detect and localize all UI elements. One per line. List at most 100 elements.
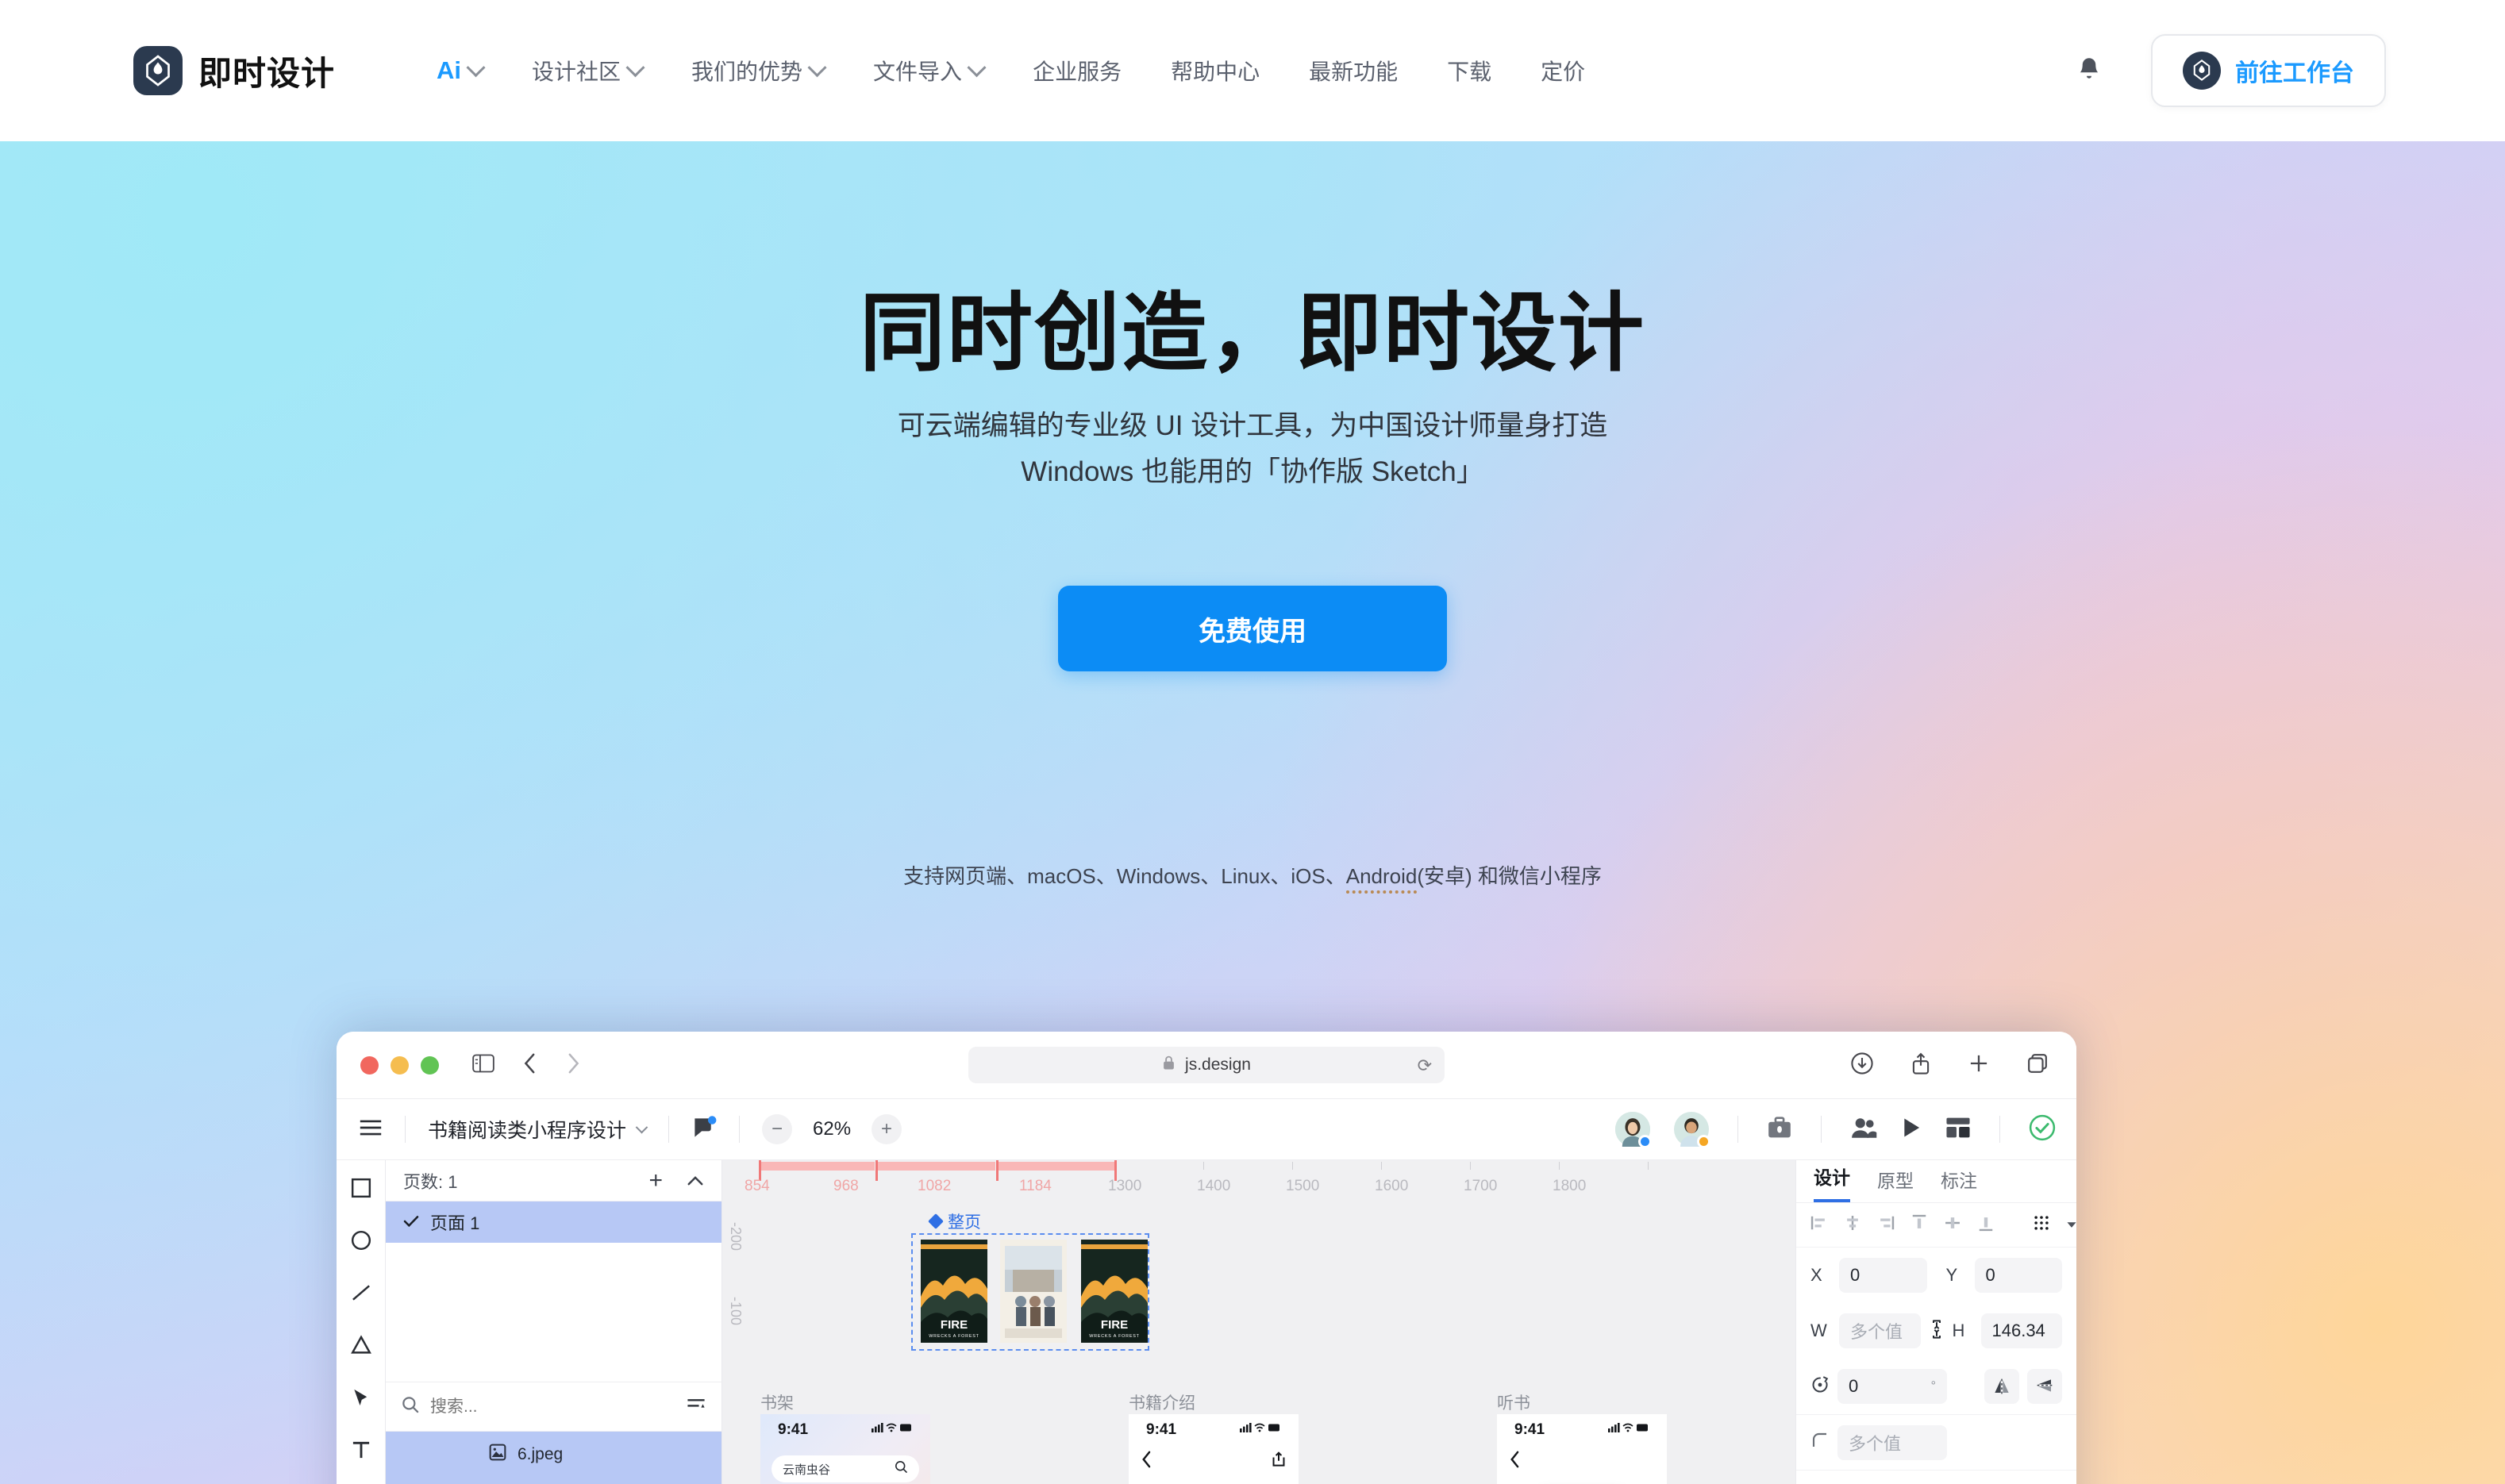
poster-thumbnail-2[interactable] bbox=[1000, 1240, 1067, 1343]
brand-logo[interactable]: 即时设计 bbox=[133, 46, 335, 95]
selection-band bbox=[759, 1162, 875, 1171]
app-window-mockup: js.design ⟳ 书籍阅读类小程序设计 − 62% + 页数: 1 + 页… bbox=[337, 1032, 2076, 1484]
nav-label-enterprise: 企业服务 bbox=[1033, 60, 1122, 84]
status-bar: 9:41 bbox=[1497, 1414, 1667, 1446]
align-center-v-icon[interactable] bbox=[1944, 1214, 1961, 1236]
reload-icon[interactable]: ⟳ bbox=[1418, 1055, 1432, 1076]
poster-thumbnail-3[interactable]: FIRE WRECKS A FOREST bbox=[1081, 1240, 1148, 1343]
toolbar-divider bbox=[1821, 1116, 1822, 1143]
group-label[interactable]: 整页 bbox=[928, 1209, 981, 1233]
platforms-android-link[interactable]: Android bbox=[1345, 864, 1418, 894]
avatar[interactable] bbox=[1615, 1112, 1652, 1148]
ellipse-tool[interactable] bbox=[349, 1228, 373, 1252]
artboard-label[interactable]: 听书 bbox=[1497, 1390, 1530, 1414]
flip-horizontal-icon[interactable] bbox=[1984, 1369, 2019, 1404]
nav-item-enterprise[interactable]: 企业服务 bbox=[1033, 55, 1122, 87]
nav-item-help[interactable]: 帮助中心 bbox=[1171, 55, 1260, 87]
present-play-icon[interactable] bbox=[1901, 1116, 1922, 1144]
layout-panels-icon[interactable] bbox=[1945, 1117, 1971, 1143]
free-trial-button[interactable]: 免费使用 bbox=[1058, 586, 1447, 671]
share-icon[interactable] bbox=[1911, 1052, 1930, 1078]
avatar[interactable] bbox=[1674, 1112, 1710, 1148]
briefcase-icon[interactable] bbox=[1767, 1116, 1792, 1144]
align-left-icon[interactable] bbox=[1810, 1214, 1828, 1236]
distribute-grid-icon[interactable] bbox=[2033, 1214, 2050, 1236]
nav-item-pricing[interactable]: 定价 bbox=[1541, 55, 1585, 87]
x-input[interactable]: 0 bbox=[1839, 1258, 1927, 1293]
tab-annotation[interactable]: 标注 bbox=[1941, 1166, 1977, 1202]
hamburger-menu-icon[interactable] bbox=[359, 1119, 383, 1140]
tabs-overview-icon[interactable] bbox=[2027, 1053, 2048, 1078]
go-to-workbench-button[interactable]: 前往工作台 bbox=[2151, 34, 2386, 107]
zoom-out-button[interactable]: − bbox=[762, 1114, 793, 1144]
corner-radius-input[interactable]: 多个值 bbox=[1837, 1424, 1947, 1460]
page-item-1[interactable]: 页面 1 bbox=[386, 1201, 721, 1243]
poster-thumbnail-1[interactable]: FIRE WRECKS A FOREST bbox=[921, 1240, 987, 1343]
close-window-button[interactable] bbox=[360, 1055, 379, 1075]
maximize-window-button[interactable] bbox=[421, 1055, 439, 1075]
pages-empty-space bbox=[386, 1243, 721, 1382]
polygon-tool[interactable] bbox=[349, 1333, 373, 1357]
align-right-icon[interactable] bbox=[1877, 1214, 1895, 1236]
collapse-pages-icon[interactable] bbox=[687, 1171, 704, 1191]
artboard-bookshelf[interactable]: 9:41 云南虫谷 我的书架 bbox=[760, 1414, 930, 1484]
download-icon[interactable] bbox=[1851, 1051, 1873, 1078]
minimize-window-button[interactable] bbox=[391, 1055, 409, 1075]
h-input[interactable]: 146.34 bbox=[1980, 1313, 2062, 1348]
plus-icon[interactable] bbox=[1968, 1053, 1989, 1078]
layer-search-row[interactable] bbox=[386, 1382, 721, 1432]
back-chevron-icon[interactable] bbox=[523, 1052, 537, 1078]
filter-sort-icon[interactable] bbox=[687, 1397, 706, 1417]
rectangle-tool[interactable] bbox=[349, 1176, 373, 1200]
align-bottom-icon[interactable] bbox=[1977, 1214, 1995, 1236]
sidebar-toggle-icon[interactable] bbox=[472, 1054, 494, 1077]
align-top-icon[interactable] bbox=[1910, 1214, 1928, 1236]
back-chevron-icon[interactable] bbox=[1141, 1451, 1152, 1472]
pen-tool[interactable] bbox=[349, 1386, 373, 1409]
share-members-icon[interactable] bbox=[1850, 1116, 1877, 1144]
comment-cursor-icon[interactable] bbox=[691, 1115, 717, 1144]
rotation-input[interactable]: 0 ° bbox=[1837, 1369, 1947, 1404]
artboard-book-intro[interactable]: 9:41 bbox=[1129, 1414, 1299, 1484]
forward-chevron-icon[interactable] bbox=[566, 1052, 580, 1078]
link-constraint-icon[interactable] bbox=[1929, 1319, 1945, 1343]
y-input[interactable]: 0 bbox=[1974, 1258, 2062, 1293]
saved-check-icon[interactable] bbox=[2029, 1114, 2056, 1145]
line-tool[interactable] bbox=[349, 1281, 373, 1305]
nav-item-community[interactable]: 设计社区 bbox=[532, 55, 645, 87]
layer-row[interactable]: 6.jpeg bbox=[386, 1478, 721, 1484]
toolbar-divider bbox=[1999, 1116, 2000, 1143]
file-name-dropdown[interactable]: 书籍阅读类小程序设计 bbox=[428, 1115, 648, 1144]
back-chevron-icon[interactable] bbox=[1510, 1451, 1521, 1471]
w-input[interactable]: 多个值 bbox=[1839, 1313, 1921, 1348]
flip-vertical-icon[interactable] bbox=[2027, 1369, 2062, 1404]
status-icons bbox=[872, 1421, 913, 1439]
share-icon[interactable] bbox=[1272, 1451, 1286, 1471]
search-input[interactable] bbox=[430, 1397, 675, 1417]
tab-design[interactable]: 设计 bbox=[1814, 1163, 1850, 1202]
design-canvas[interactable]: 854 968 1082 1184 1300 1400 1500 1600 17… bbox=[722, 1160, 1795, 1484]
browser-url-bar[interactable]: js.design ⟳ bbox=[968, 1047, 1445, 1083]
layer-row[interactable]: 6.jpeg bbox=[386, 1432, 721, 1478]
text-tool[interactable] bbox=[349, 1438, 373, 1462]
nav-item-download[interactable]: 下载 bbox=[1447, 55, 1491, 87]
horizontal-ruler[interactable]: 854 968 1082 1184 1300 1400 1500 1600 17… bbox=[722, 1160, 1795, 1194]
nav-item-file-import[interactable]: 文件导入 bbox=[873, 55, 987, 87]
nav-item-whats-new[interactable]: 最新功能 bbox=[1309, 55, 1398, 87]
notification-bell-icon[interactable] bbox=[2075, 56, 2103, 86]
nav-item-advantages[interactable]: 我们的优势 bbox=[691, 55, 827, 87]
vertical-ruler[interactable]: -200 -100 140 bbox=[722, 1194, 754, 1484]
artboard-navbar bbox=[1129, 1446, 1299, 1472]
artboard-listen[interactable]: 9:41 bbox=[1497, 1414, 1667, 1484]
nav-item-ai[interactable]: Ai bbox=[437, 56, 486, 85]
ruler-tick: 1184 bbox=[1019, 1178, 1052, 1194]
align-center-h-icon[interactable] bbox=[1844, 1214, 1861, 1236]
corner-radius-row: 多个值 bbox=[1796, 1414, 2076, 1470]
zoom-in-button[interactable]: + bbox=[872, 1114, 902, 1144]
artboard-label[interactable]: 书籍介绍 bbox=[1129, 1390, 1195, 1414]
artboard-search-field[interactable]: 云南虫谷 bbox=[772, 1455, 919, 1482]
add-page-button[interactable]: + bbox=[648, 1167, 663, 1194]
artboard-label[interactable]: 书架 bbox=[760, 1390, 794, 1414]
tab-prototype[interactable]: 原型 bbox=[1877, 1166, 1914, 1202]
chevron-down-icon[interactable] bbox=[2066, 1218, 2076, 1232]
